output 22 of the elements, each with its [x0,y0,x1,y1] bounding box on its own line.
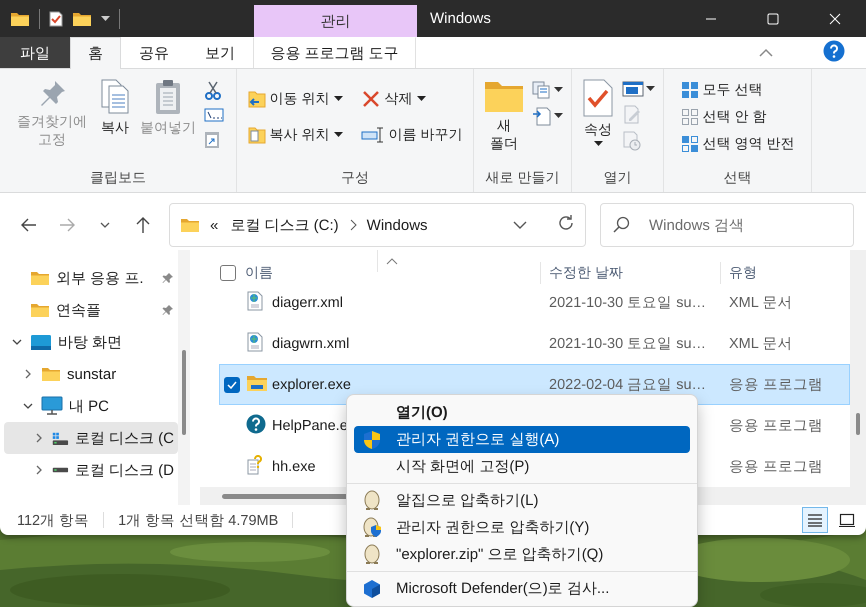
group-label: 구성 [341,169,369,187]
file-name: HelpPane.e [272,418,348,434]
file-name: explorer.exe [272,376,351,392]
type-cell: 응용 프로그램 [729,377,824,393]
type-cell: 응용 프로그램 [729,418,824,434]
item-count: 112개 항목 [17,512,90,530]
file-name: diagerr.xml [272,294,343,310]
group-label: 새로 만들기 [486,169,560,187]
group-label: 열기 [604,169,632,187]
type-cell: 응용 프로그램 [729,459,824,475]
selection-info: 1개 항목 선택함 4.79MB [118,512,278,530]
group-label: 선택 [724,169,752,187]
group-label: 클립보드 [90,169,146,187]
date-cell: 2022-02-04 금요일 su… [549,377,706,393]
date-cell: 2021-10-30 토요일 su… [549,295,706,311]
type-cell: XML 문서 [729,295,792,311]
date-cell: 2021-10-30 토요일 su… [549,336,706,352]
file-name: diagwrn.xml [272,336,350,352]
contextual-tab-header: 관리 [254,5,417,37]
file-name: hh.exe [272,458,316,474]
window-title: Windows [430,10,491,27]
type-cell: XML 문서 [729,336,792,352]
